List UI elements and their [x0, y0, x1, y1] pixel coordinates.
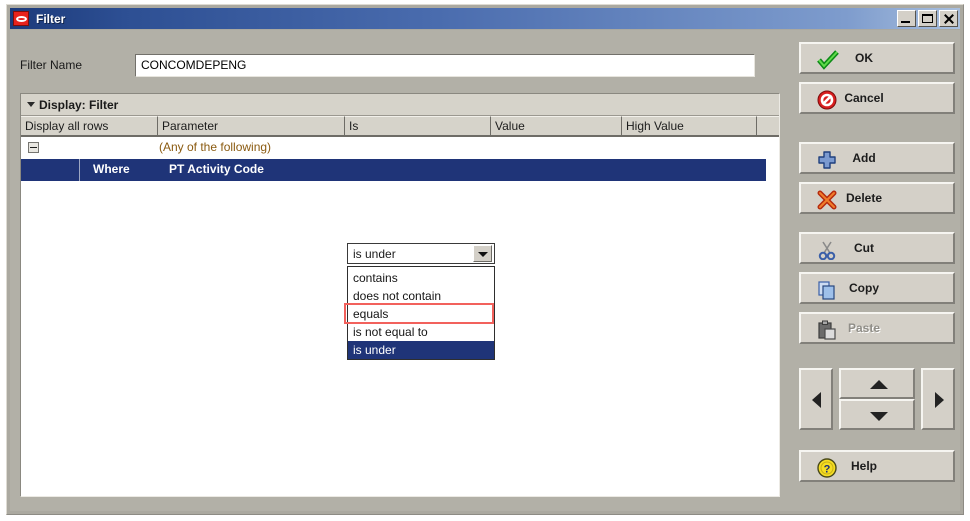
scissors-icon — [817, 240, 837, 260]
copy-button[interactable]: Copy — [799, 272, 955, 304]
clipboard-icon — [817, 320, 837, 340]
column-header-parameter[interactable]: Parameter — [158, 116, 345, 135]
green-check-icon — [817, 50, 839, 70]
filter-window: Filter Filter Name CONCOMDEPENG Display:… — [6, 4, 964, 515]
minimize-icon[interactable] — [897, 10, 916, 27]
arrow-down-icon[interactable] — [839, 399, 915, 430]
dropdown-option-equals[interactable]: equals — [344, 303, 494, 324]
maximize-icon[interactable] — [918, 10, 937, 27]
arrow-right-icon[interactable] — [921, 368, 955, 430]
group-row-label: (Any of the following) — [159, 140, 272, 154]
filter-dialog-screenshot: Filter Filter Name CONCOMDEPENG Display:… — [0, 0, 970, 521]
filter-grid: Display: Filter Display all rows Paramet… — [20, 93, 780, 497]
blue-plus-icon — [817, 150, 837, 170]
arrow-left-icon[interactable] — [799, 368, 833, 430]
arrow-up-icon[interactable] — [839, 368, 915, 399]
title-bar[interactable]: Filter — [10, 8, 960, 29]
record-navigation-pad — [799, 368, 955, 430]
dialog-client-area: Filter Name CONCOMDEPENG Display: Filter… — [10, 30, 960, 511]
oracle-oval-icon — [13, 11, 29, 26]
filter-name-row: Filter Name CONCOMDEPENG — [20, 53, 780, 77]
cut-button[interactable]: Cut — [799, 232, 955, 264]
paste-button: Paste — [799, 312, 955, 344]
svg-text:?: ? — [824, 464, 831, 476]
collapse-minus-icon[interactable] — [28, 142, 39, 153]
table-row[interactable]: (Any of the following) — [21, 137, 779, 158]
cell-where: Where — [93, 162, 130, 176]
chevron-down-icon[interactable] — [473, 245, 492, 262]
display-filter-label: Display: Filter — [39, 97, 119, 112]
is-operator-dropdown-list[interactable]: contains does not contain equals is not … — [344, 266, 495, 360]
help-button[interactable]: ? Help — [799, 450, 955, 482]
column-header-display-all-rows[interactable]: Display all rows — [21, 116, 158, 135]
grid-body: (Any of the following) Where PT Activity… — [21, 137, 779, 494]
cell-parameter: PT Activity Code — [169, 162, 264, 176]
window-title: Filter — [36, 11, 66, 26]
grid-column-headers: Display all rows Parameter Is Value High… — [21, 116, 779, 137]
filter-name-input[interactable]: CONCOMDEPENG — [135, 53, 755, 77]
column-header-is[interactable]: Is — [345, 116, 491, 135]
display-filter-bar[interactable]: Display: Filter — [21, 94, 779, 116]
dropdown-option-is-under[interactable]: is under — [348, 341, 494, 359]
chevron-down-icon — [27, 102, 36, 107]
add-button[interactable]: Add — [799, 142, 955, 174]
filter-editor-pane: Filter Name CONCOMDEPENG Display: Filter… — [10, 30, 791, 511]
is-operator-combobox[interactable]: is under — [347, 243, 495, 264]
red-prohibition-icon — [817, 90, 837, 110]
delete-button[interactable]: Delete — [799, 182, 955, 214]
ok-button[interactable]: OK — [799, 42, 955, 74]
action-button-pane: OK Cancel Add Delete Cut Copy Paste ? He… — [794, 30, 960, 511]
window-controls — [897, 10, 958, 27]
table-row[interactable]: Where PT Activity Code — [21, 159, 766, 181]
dropdown-option-contains[interactable]: contains — [348, 269, 494, 287]
column-header-high-value[interactable]: High Value — [622, 116, 757, 135]
yellow-question-icon: ? — [817, 458, 837, 478]
cancel-button[interactable]: Cancel — [799, 82, 955, 114]
red-x-icon — [817, 190, 837, 210]
filter-name-label: Filter Name — [20, 58, 83, 72]
dropdown-option-is-not-equal-to[interactable]: is not equal to — [348, 323, 494, 341]
is-operator-value: is under — [353, 246, 396, 261]
column-header-value[interactable]: Value — [491, 116, 622, 135]
dropdown-option-does-not-contain[interactable]: does not contain — [348, 287, 494, 305]
column-header-spacer — [757, 116, 779, 135]
close-icon[interactable] — [939, 10, 958, 27]
copy-pages-icon — [817, 280, 837, 300]
